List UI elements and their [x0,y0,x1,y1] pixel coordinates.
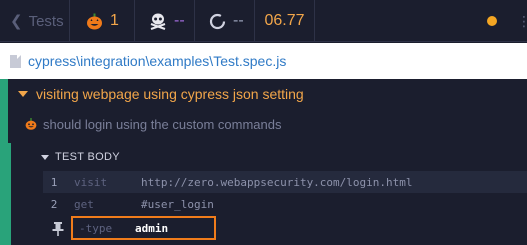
run-duration: 06.77 [255,0,315,42]
command-name: visit [74,175,108,189]
pin-icon[interactable] [51,221,65,237]
test-runner-content: visiting webpage using cypress json sett… [0,79,527,245]
test-title: should login using the custom commands [43,116,282,132]
passed-stat[interactable]: 1 [70,0,135,42]
command-row[interactable]: 1 visit http://zero.webappsecurity.com/l… [43,171,527,193]
run-status-indicator [487,16,497,26]
chevron-left-icon: ❮ [10,13,23,30]
pending-count: -- [233,12,244,29]
active-command-row[interactable]: -type admin [71,216,216,240]
pumpkin-icon [25,118,37,130]
options-menu-icon[interactable]: ⋮ [517,13,527,29]
pumpkin-icon [87,13,102,29]
back-to-tests-button[interactable]: ❮ Tests [0,0,70,42]
command-name: -type [79,221,113,235]
failed-count: -- [174,12,185,29]
suite-header[interactable]: visiting webpage using cypress json sett… [8,79,527,109]
skull-crossbones-icon [150,13,166,30]
command-number: 2 [50,197,58,211]
suite-title: visiting webpage using cypress json sett… [36,86,304,102]
caret-down-icon [41,154,49,160]
command-name: get [74,197,94,211]
reporter-stats-bar: ❮ Tests 1 -- -- 06.77 ⋮ [0,0,527,42]
pending-stat[interactable]: -- [195,0,255,42]
command-message: admin [135,221,169,235]
command-number: 1 [50,175,58,189]
test-header[interactable]: should login using the custom commands [8,111,527,137]
caret-down-icon [18,91,28,97]
file-icon [10,54,21,68]
failed-stat[interactable]: -- [135,0,195,42]
command-row[interactable]: 2 get #user_login [43,193,527,215]
passed-count: 1 [110,12,119,29]
suite-status-bar [0,79,8,245]
command-message: #user_login [141,197,214,211]
spec-file-link[interactable]: cypress\integration\examples\Test.spec.j… [28,53,286,69]
command-message: http://zero.webappsecurity.com/login.htm… [141,175,413,189]
test-body-label: TEST BODY [55,151,120,163]
spec-path-bar: cypress\integration\examples\Test.spec.j… [0,43,527,79]
test-body-toggle[interactable]: TEST BODY [41,149,120,165]
test-body: TEST BODY 1 visit http://zero.webappsecu… [8,143,527,245]
circle-spinner-icon [209,13,226,29]
back-label: Tests [28,12,64,30]
